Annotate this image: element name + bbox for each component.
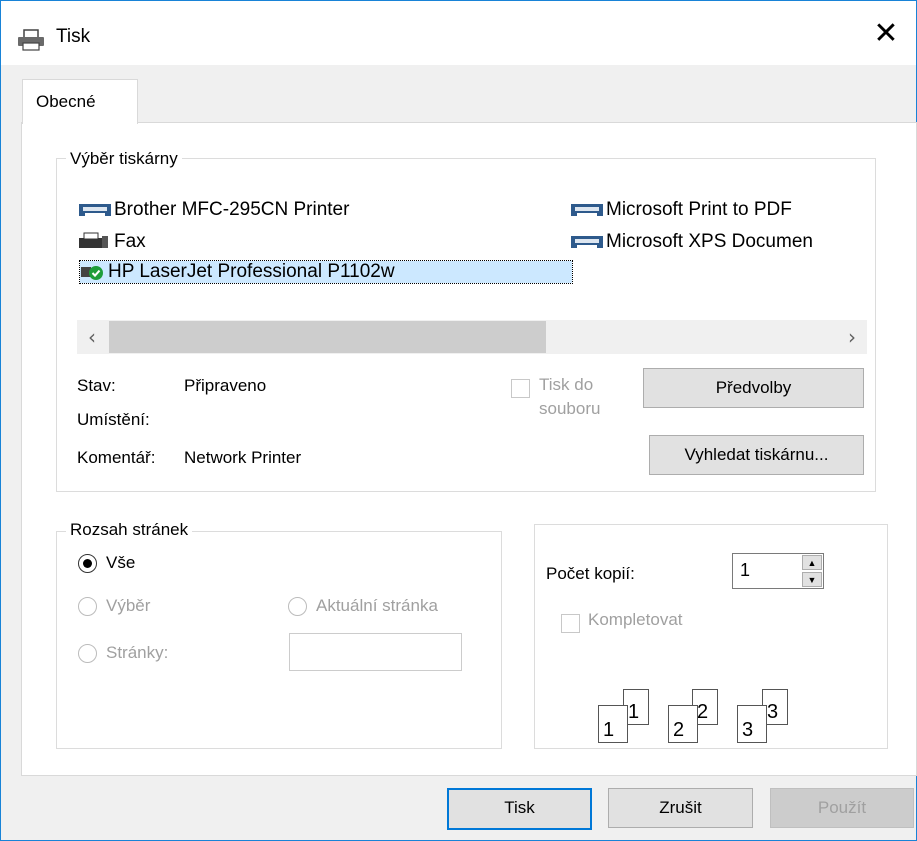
copies-stepper[interactable]: 1 ▲ ▼	[732, 553, 824, 589]
copies-down-icon[interactable]: ▼	[802, 572, 822, 587]
comment-value: Network Printer	[184, 448, 302, 467]
fax-icon	[79, 232, 108, 248]
collate-label: Kompletovat	[588, 610, 683, 629]
print-to-file-checkbox[interactable]	[511, 379, 530, 398]
printer-item-hp-laserjet[interactable]: HP LaserJet Professional P1102w	[79, 260, 573, 284]
status-value: Připraveno	[184, 376, 267, 395]
tab-panel-general: Výběr tiskárny Brother MFC-295CN Printer…	[21, 122, 917, 776]
page-range-legend: Rozsah stránek	[66, 520, 193, 540]
collate-checkbox[interactable]	[561, 614, 580, 633]
comment-label: Komentář:	[77, 448, 156, 467]
pages-label: Stránky:	[106, 643, 169, 662]
printer-item-brother[interactable]: Brother MFC-295CN Printer	[78, 199, 349, 221]
collate-page-icon: 3	[737, 705, 767, 743]
find-printer-button[interactable]: Vyhledat tiskárnu...	[649, 435, 864, 475]
tab-general[interactable]: Obecné	[22, 79, 138, 124]
pages-radio[interactable]	[78, 644, 97, 663]
preferences-button[interactable]: Předvolby	[643, 368, 864, 408]
printer-item-ms-xps[interactable]: Microsoft XPS Documen	[570, 231, 813, 253]
printer-icon	[18, 29, 44, 51]
copies-value: 1	[740, 560, 751, 580]
close-icon: ✕	[873, 16, 899, 51]
print-to-file-label-line1: Tisk do	[539, 375, 594, 394]
apply-button[interactable]: Použít	[770, 788, 914, 828]
printer-icon	[79, 204, 111, 216]
all-pages-radio[interactable]	[78, 554, 97, 573]
print-to-file-label-line2: souboru	[539, 399, 601, 418]
cancel-button[interactable]: Zrušit	[608, 788, 753, 828]
scroll-right-icon[interactable]: ›	[837, 320, 867, 354]
selection-radio[interactable]	[78, 597, 97, 616]
copies-label: Počet kopií:	[546, 564, 635, 583]
current-page-radio[interactable]	[288, 597, 307, 616]
print-button[interactable]: Tisk	[447, 788, 592, 830]
window-title: Tisk	[56, 26, 91, 47]
scrollbar-thumb[interactable]	[109, 321, 546, 353]
print-dialog: Tisk ✕ Obecné Výběr tiskárny Brother MFC…	[0, 0, 917, 841]
printer-item-fax[interactable]: Fax	[78, 231, 146, 253]
printer-icon	[571, 204, 603, 216]
selection-label: Výběr	[106, 596, 151, 615]
printer-icon	[571, 236, 603, 248]
title-bar: Tisk ✕	[1, 1, 916, 65]
pages-input[interactable]	[289, 633, 462, 671]
scroll-left-icon[interactable]: ‹	[77, 320, 107, 354]
collate-page-icon: 2	[668, 705, 698, 743]
copies-up-icon[interactable]: ▲	[802, 555, 822, 570]
printer-selection-legend: Výběr tiskárny	[66, 149, 182, 169]
close-button[interactable]: ✕	[856, 9, 916, 59]
default-printer-icon	[81, 266, 103, 280]
location-label: Umístění:	[77, 410, 150, 429]
status-label: Stav:	[77, 376, 116, 395]
current-page-label: Aktuální stránka	[316, 596, 438, 615]
collate-page-icon: 1	[598, 705, 628, 743]
printer-list-scrollbar[interactable]: ‹ ›	[77, 320, 867, 354]
all-pages-label: Vše	[106, 553, 136, 572]
printer-item-ms-pdf[interactable]: Microsoft Print to PDF	[570, 199, 792, 221]
